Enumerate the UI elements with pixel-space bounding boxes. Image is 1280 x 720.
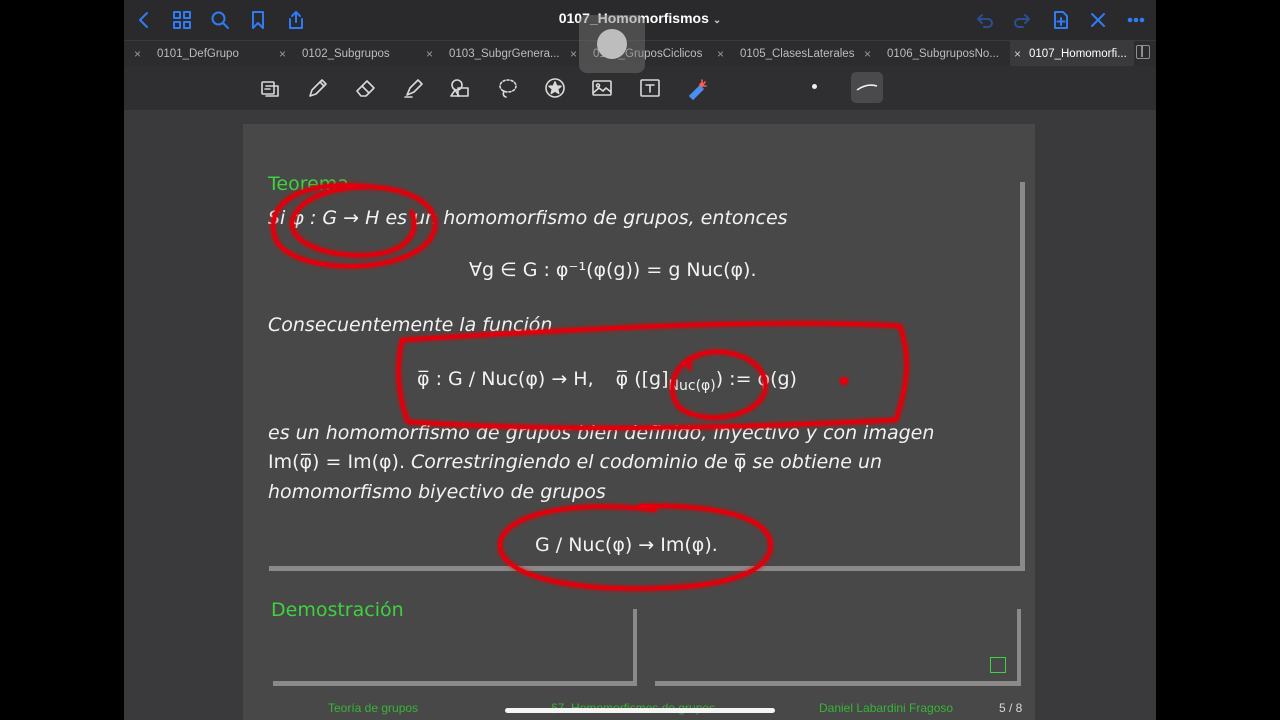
text-correstringiendo: Correstringiendo el codominio de — [411, 451, 728, 473]
split-view-icon[interactable] — [1136, 45, 1150, 59]
footer-author: Daniel Labardini Fragoso — [819, 701, 954, 715]
math-image-eq: Im(φ̅) = Im(φ). — [268, 451, 405, 473]
proof-block-shadow — [273, 681, 637, 686]
tab-0101-defgrupo[interactable]: × 0101_DefGrupo — [134, 41, 274, 67]
more-icon[interactable] — [1124, 8, 1148, 32]
formula-isomorphism: G / Nuc(φ) → Im(φ). — [535, 534, 718, 556]
stroke-dot-icon[interactable] — [812, 84, 817, 89]
math-phi-map: φ : G → H — [291, 207, 380, 229]
tab-close-icon[interactable]: × — [426, 47, 433, 61]
proof-label: Demostración — [271, 599, 404, 621]
chevron-down-icon: ⌄ — [712, 15, 722, 26]
text-line-a: es un homomorfismo de grupos bien defini… — [268, 422, 935, 444]
text-icon[interactable] — [636, 74, 664, 102]
tab-close-icon[interactable]: × — [134, 47, 141, 61]
close-icon[interactable] — [1086, 8, 1110, 32]
tab-label: 0102_Subgrupos — [302, 48, 390, 60]
math-phibar-def: φ̅ ([g] — [615, 368, 669, 390]
footer-page-number: 5 / 8 — [999, 701, 1023, 715]
theorem-label: Teorema — [268, 173, 349, 195]
consequence-text: Consecuentemente la función — [268, 314, 553, 336]
math-subscript-nuc: Nuc(φ) — [668, 378, 716, 394]
math-phibar: φ̅ — [733, 451, 747, 473]
lasso-select-icon[interactable] — [256, 74, 284, 102]
pen-icon[interactable] — [304, 74, 332, 102]
text-se-obtiene: se obtiene un — [752, 451, 883, 473]
theorem-line-1: Si φ : G → H es un homomorfismo de grupo… — [268, 207, 788, 229]
eraser-icon[interactable] — [352, 74, 380, 102]
text-line-c: homomorfismo biyectivo de grupos — [268, 481, 606, 503]
redo-icon[interactable] — [1010, 8, 1034, 32]
tab-0103-subgrgenera[interactable]: × 0103_SubgrGenera... — [426, 41, 571, 67]
tab-label: 0101_DefGrupo — [157, 48, 239, 60]
pdf-page[interactable]: Teorema Si φ : G → H es un homomorfismo … — [243, 124, 1035, 720]
formula-preimage: ∀g ∈ G : φ⁻¹(φ(g)) = g Nuc(φ). — [469, 259, 757, 281]
math-phibar-map: φ̅ : G / Nuc(φ) → H, — [417, 368, 594, 390]
sticker-icon[interactable] — [541, 74, 569, 102]
stroke-style-button[interactable] — [851, 72, 883, 103]
notes-app: 0107_Homomorfismos ⌄ × 0101_DefGrupo × 0102… — [124, 0, 1156, 720]
theorem-block-shadow — [269, 566, 1025, 571]
footer-course: Teoría de grupos — [328, 701, 419, 715]
undo-icon[interactable] — [973, 8, 997, 32]
annotation-toolbar — [124, 66, 1156, 110]
laser-icon[interactable] — [683, 74, 711, 102]
tab-close-icon[interactable]: × — [279, 47, 286, 61]
text-line-b: Im(φ̅) = Im(φ). Correstringiendo el codo… — [268, 451, 882, 473]
proof-block-shadow — [655, 681, 1021, 686]
tab-0106-subgruposno[interactable]: × 0106_SubgruposNo... — [864, 41, 1012, 67]
proof-block-shadow — [633, 609, 637, 684]
grid-icon[interactable] — [170, 8, 194, 32]
text-si: Si — [268, 207, 286, 229]
add-page-icon[interactable] — [1049, 8, 1073, 32]
back-icon[interactable] — [132, 8, 156, 32]
tab-label: 0106_SubgruposNo... — [887, 48, 999, 60]
bookmark-icon[interactable] — [246, 8, 270, 32]
share-icon[interactable] — [284, 8, 308, 32]
tab-label: 0105_ClasesLaterales — [740, 48, 855, 60]
proof-block-shadow — [1017, 609, 1021, 684]
tab-label: 0103_SubgrGenera... — [449, 48, 560, 60]
search-icon[interactable] — [208, 8, 232, 32]
highlighter-icon[interactable] — [400, 74, 428, 102]
shapes-icon[interactable] — [446, 74, 474, 102]
tab-0105-claseslaterales[interactable]: × 0105_ClasesLaterales — [717, 41, 865, 67]
image-icon[interactable] — [588, 74, 616, 102]
qed-square-icon — [990, 657, 1006, 673]
formula-induced-map: φ̅ : G / Nuc(φ) → H, φ̅ ([g]Nuc(φ)) := φ… — [417, 368, 797, 394]
lasso-icon[interactable] — [494, 74, 522, 102]
tab-label: 0107_Homomorfi... — [1029, 48, 1127, 60]
theorem-block-shadow — [1020, 182, 1025, 568]
tab-close-icon[interactable]: × — [570, 47, 577, 61]
tab-close-icon[interactable]: × — [717, 47, 724, 61]
math-phibar-value: ) := φ(g) — [715, 368, 797, 390]
tab-0107-homomorfismos[interactable]: × 0107_Homomorfi... — [1010, 41, 1134, 67]
tab-0102-subgrupos[interactable]: × 0102_Subgrupos — [279, 41, 424, 67]
text-homomorfismo: es un homomorfismo de grupos, entonces — [385, 207, 788, 229]
tab-close-icon[interactable]: × — [1014, 47, 1021, 61]
tab-close-icon[interactable]: × — [864, 47, 871, 61]
record-button[interactable] — [579, 15, 645, 73]
home-indicator[interactable] — [505, 708, 775, 713]
